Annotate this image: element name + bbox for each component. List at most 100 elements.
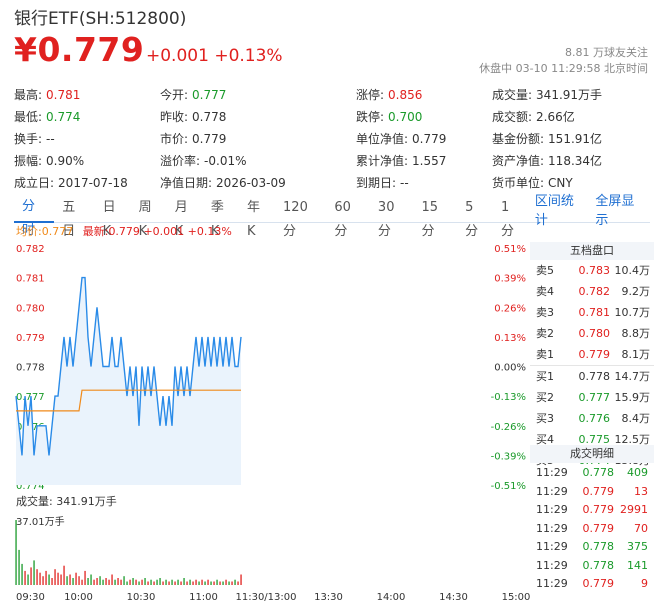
intraday-chart[interactable]: 0.7820.7810.7800.7790.7780.7770.7760.775… xyxy=(14,240,530,605)
order-price: 0.783 xyxy=(578,264,611,277)
chart-period-tabs: 分时 五日 日K 周K 月K 季K 年K 120分 60分 30分 15分 5分 1分 区间统计 全屏显示 xyxy=(14,194,650,239)
order-price: 0.781 xyxy=(578,306,611,319)
trade-price: 0.779 xyxy=(582,577,615,590)
tab-period[interactable]: 120分 xyxy=(275,196,326,239)
volume-bar xyxy=(72,578,74,585)
order-volume: 10.7万 xyxy=(614,306,651,319)
quote-stats: 最高: 0.781 今开: 0.777 涨停: 0.856 成交量: 341.91万手 最低: 0… xyxy=(14,84,650,194)
stat-value: -- xyxy=(46,132,55,146)
stat-cell: 涨停: 0.856 xyxy=(356,84,492,106)
stat-cell: 成交额: 2.66亿 xyxy=(492,106,642,128)
order-book-row: 买1 0.778 14.7万 xyxy=(530,365,654,387)
fullscreen-link[interactable]: 全屏显示 xyxy=(589,190,650,228)
tab-period[interactable]: 30分 xyxy=(370,196,414,239)
tab-period[interactable]: 年K xyxy=(239,196,275,239)
time-tick-label: 14:00 xyxy=(377,592,406,603)
stat-value: 151.91亿 xyxy=(548,132,603,146)
trade-time: 11:29 xyxy=(536,540,568,553)
tab-period[interactable]: 季K xyxy=(203,196,239,239)
tab-period[interactable]: 分时 xyxy=(14,195,55,238)
stat-cell: 成立日: 2017-07-18 xyxy=(14,172,160,194)
volume-bar xyxy=(168,581,170,585)
time-tick-label: 15:00 xyxy=(502,592,530,603)
tab-period[interactable]: 周K xyxy=(131,196,167,239)
follower-count: 8.81 万球友关注 xyxy=(565,46,648,59)
trade-price: 0.778 xyxy=(582,466,615,479)
trade-price: 0.778 xyxy=(582,558,615,572)
stat-label: 成交量: xyxy=(492,88,533,102)
tab-period[interactable]: 15分 xyxy=(414,196,458,239)
range-stats-link[interactable]: 区间统计 xyxy=(529,190,590,228)
volume-bar xyxy=(213,581,215,585)
trade-price: 0.779 xyxy=(582,521,615,535)
volume-bar xyxy=(210,581,212,585)
trade-volume: 141 xyxy=(627,558,648,572)
trade-volume: 9 xyxy=(641,577,648,590)
volume-bar xyxy=(108,579,110,585)
volume-bar xyxy=(24,570,26,585)
stat-label: 到期日: xyxy=(356,176,397,190)
stat-cell: 今开: 0.777 xyxy=(160,84,356,106)
volume-bar xyxy=(120,579,122,585)
volume-bar xyxy=(87,578,89,585)
volume-bar xyxy=(135,579,137,585)
order-book-row: 买2 0.777 15.9万 xyxy=(530,387,654,408)
stat-value: 0.700 xyxy=(388,110,423,124)
trade-time: 11:29 xyxy=(536,484,568,498)
tab-period[interactable]: 日K xyxy=(95,196,131,239)
stat-label: 基金份额: xyxy=(492,132,545,146)
volume-bar xyxy=(222,581,224,585)
stat-value: 2026-03-09 xyxy=(216,176,286,190)
volume-bar xyxy=(129,579,131,585)
volume-bar xyxy=(102,579,104,585)
tab-period[interactable]: 月K xyxy=(167,196,203,239)
stat-label: 资产净值: xyxy=(492,154,545,168)
pct-tick-label: 0.13% xyxy=(494,333,526,344)
stat-cell: 单位净值: 0.779 xyxy=(356,128,492,150)
order-book-row: 卖1 0.779 8.1万 xyxy=(530,344,654,365)
tab-period[interactable]: 60分 xyxy=(326,196,370,239)
volume-bar xyxy=(90,574,92,585)
pct-tick-label: 0.00% xyxy=(494,363,526,374)
time-tick-label: 13:30 xyxy=(314,592,343,603)
stat-value: 0.90% xyxy=(46,154,85,168)
tab-period[interactable]: 1分 xyxy=(493,196,529,239)
order-level: 卖3 xyxy=(536,306,554,319)
stat-label: 成立日: xyxy=(14,176,55,190)
volume-bar xyxy=(198,581,200,585)
volume-bar xyxy=(156,579,158,585)
order-price: 0.776 xyxy=(578,412,611,425)
price-tick-label: 0.782 xyxy=(16,244,45,255)
trade-time: 11:29 xyxy=(536,466,568,479)
volume-bar xyxy=(201,579,203,585)
stat-cell: 成交量: 341.91万手 xyxy=(492,84,642,106)
stat-value: 0.856 xyxy=(388,88,423,102)
volume-max-label: 37.01万手 xyxy=(16,517,65,528)
stat-value: 0.778 xyxy=(192,110,227,124)
tab-period[interactable]: 5分 xyxy=(457,196,493,239)
stat-label: 市价: xyxy=(160,132,189,146)
tab-period[interactable]: 五日 xyxy=(54,196,94,239)
trade-row: 11:29 0.779 9 xyxy=(530,575,654,594)
order-book-row: 卖3 0.781 10.7万 xyxy=(530,302,654,323)
order-book-row: 卖4 0.782 9.2万 xyxy=(530,281,654,302)
volume-bar xyxy=(69,574,71,585)
volume-bar xyxy=(204,581,206,585)
volume-bar xyxy=(18,549,20,585)
volume-bar xyxy=(165,579,167,585)
volume-bar xyxy=(171,579,173,585)
stat-label: 成交额: xyxy=(492,110,533,124)
volume-bar xyxy=(195,579,197,585)
stat-row: 最低: 0.774 昨收: 0.778 跌停: 0.700 成交额: 2.66亿 xyxy=(14,106,650,128)
stat-cell: 振幅: 0.90% xyxy=(14,150,160,172)
trade-price: 0.779 xyxy=(582,503,615,516)
volume-bar xyxy=(240,574,242,585)
order-volume: 10.4万 xyxy=(614,264,651,277)
pct-tick-label: 0.26% xyxy=(494,303,526,314)
order-price: 0.778 xyxy=(578,370,611,383)
volume-bar xyxy=(144,578,146,585)
volume-bar xyxy=(192,581,194,585)
volume-bar xyxy=(234,579,236,585)
trade-row: 11:29 0.779 13 xyxy=(530,483,654,502)
volume-bar xyxy=(33,560,35,585)
